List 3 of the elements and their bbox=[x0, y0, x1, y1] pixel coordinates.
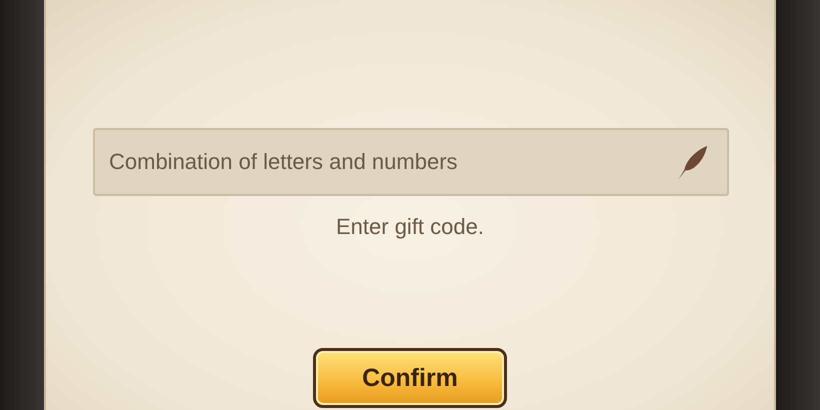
hint-text: Enter gift code. bbox=[336, 214, 484, 240]
gift-code-field[interactable]: Combination of letters and numbers bbox=[93, 128, 729, 196]
confirm-button[interactable]: Confirm bbox=[313, 348, 507, 408]
